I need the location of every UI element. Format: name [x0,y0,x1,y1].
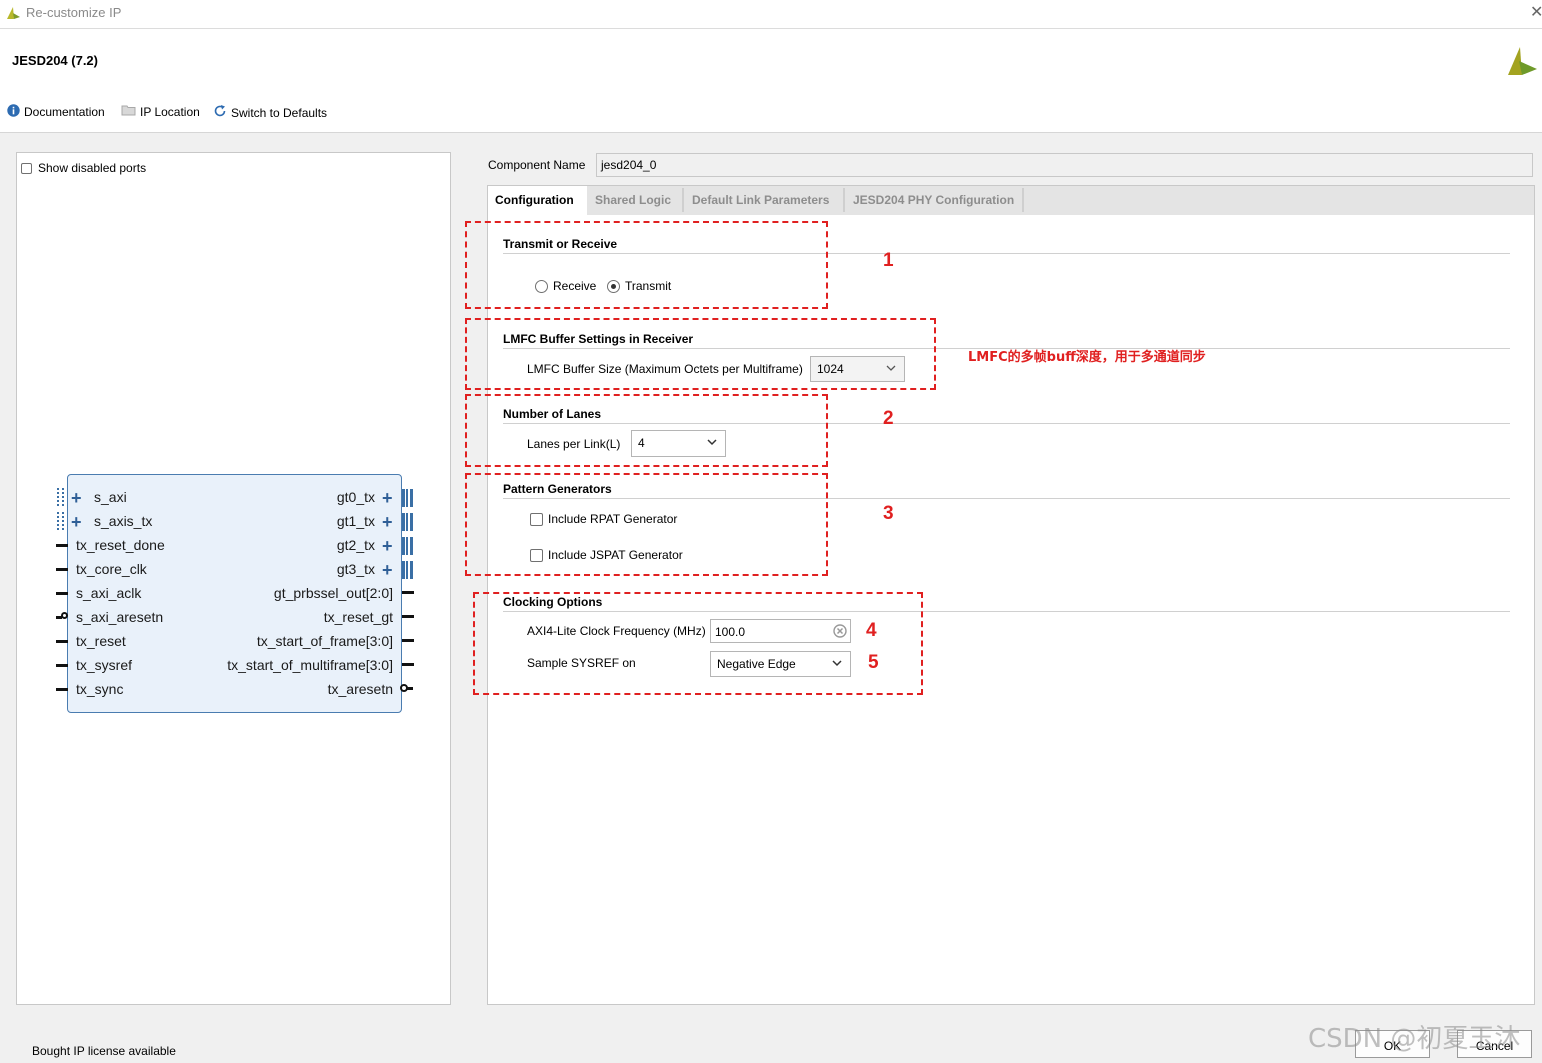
switch-to-defaults-label: Switch to Defaults [231,105,328,120]
port-tx-reset: tx_reset [76,633,126,649]
annotation-number-5: 5 [868,652,879,673]
port-pin [56,568,68,571]
port-tx-reset-done: tx_reset_done [76,537,165,553]
annotation-box-4-5 [473,592,923,695]
annotation-box-1 [465,221,828,309]
port-gt3-tx: gt3_tx [336,561,375,577]
annotation-number-1: 1 [883,250,894,271]
annotation-box-lmfc [465,318,936,390]
bus-indicator [402,513,413,531]
annotation-box-3 [465,473,828,576]
port-tx-aresetn: tx_aresetn [327,681,393,697]
documentation-label: Documentation [24,105,105,119]
port-tx-sync: tx_sync [76,681,124,697]
folder-icon [121,104,136,119]
port-tx-reset-gt: tx_reset_gt [323,609,393,625]
port-s-axi-aclk: s_axi_aclk [76,585,142,601]
refresh-icon [213,104,227,121]
window-title: Re-customize IP [26,5,122,20]
port-pin [402,639,414,642]
port-gt1-tx: gt1_tx [336,513,375,529]
checkbox-box[interactable] [21,162,32,174]
xilinx-logo-icon [5,5,21,24]
tab-default-link-parameters[interactable]: Default Link Parameters [685,186,841,215]
port-pin [56,688,68,691]
plus-icon[interactable]: + [382,513,393,531]
switch-to-defaults-button[interactable]: Switch to Defaults [213,104,327,121]
plus-icon[interactable]: + [382,561,393,579]
port-pin [402,591,414,594]
port-s-axis-tx: s_axis_tx [94,513,153,529]
plus-icon[interactable]: + [382,537,393,555]
port-s-axi-aresetn: s_axi_aresetn [76,609,164,625]
documentation-button[interactable]: Documentation [7,104,105,120]
title-bar [0,0,1542,29]
port-tx-start-of-frame: tx_start_of_frame[3:0] [256,633,393,649]
close-icon[interactable]: ✕ [1530,2,1542,22]
lmfc-annotation-note: LMFC的多帧buff深度，用于多通道同步 [968,350,1206,365]
watermark: CSDN @初夏玉沐 [1308,1024,1521,1054]
tab-configuration[interactable]: Configuration [488,186,587,215]
plus-icon[interactable]: + [71,489,82,507]
port-s-axi: s_axi [94,489,127,505]
ip-location-button[interactable]: IP Location [121,104,200,119]
port-pin [402,663,414,666]
plus-icon[interactable]: + [382,489,393,507]
annotation-number-4: 4 [866,620,877,641]
tab-shared-logic[interactable]: Shared Logic [588,186,678,215]
annotation-box-2 [465,394,828,467]
plus-icon[interactable]: + [71,513,82,531]
bus-indicator [402,489,413,507]
bus-indicator [402,537,413,555]
ip-location-label: IP Location [140,104,200,119]
tab-separator [682,188,684,212]
port-pin [407,687,413,690]
bus-indicator [57,488,64,506]
port-pin [56,592,68,595]
bus-indicator [402,561,413,579]
show-disabled-ports-label: Show disabled ports [38,161,147,175]
annotation-number-2: 2 [883,408,894,429]
tab-jesd204-phy-configuration[interactable]: JESD204 PHY Configuration [846,186,1022,215]
port-tx-core-clk: tx_core_clk [76,561,147,577]
tab-separator [1022,188,1024,212]
port-pin [56,544,68,547]
info-icon [7,104,20,120]
annotation-number-3: 3 [883,503,894,524]
show-disabled-ports-checkbox[interactable]: Show disabled ports [21,161,146,175]
port-gt0-tx: gt0_tx [336,489,375,505]
license-status: Bought IP license available [32,1044,176,1058]
tab-separator [843,188,845,212]
xilinx-logo-icon [1505,45,1539,80]
port-tx-start-of-multiframe: tx_start_of_multiframe[3:0] [227,657,393,673]
component-name-label: Component Name [488,158,586,172]
ip-title: JESD204 (7.2) [12,53,98,68]
port-tx-sysref: tx_sysref [76,657,133,673]
port-gt-prbssel-out: gt_prbssel_out[2:0] [273,585,393,601]
port-pin [56,664,68,667]
port-pin [402,615,414,618]
port-gt2-tx: gt2_tx [336,537,375,553]
bus-indicator [57,512,64,530]
component-name-input[interactable]: jesd204_0 [596,153,1533,177]
active-low-bubble [61,612,68,619]
port-pin [56,640,68,643]
